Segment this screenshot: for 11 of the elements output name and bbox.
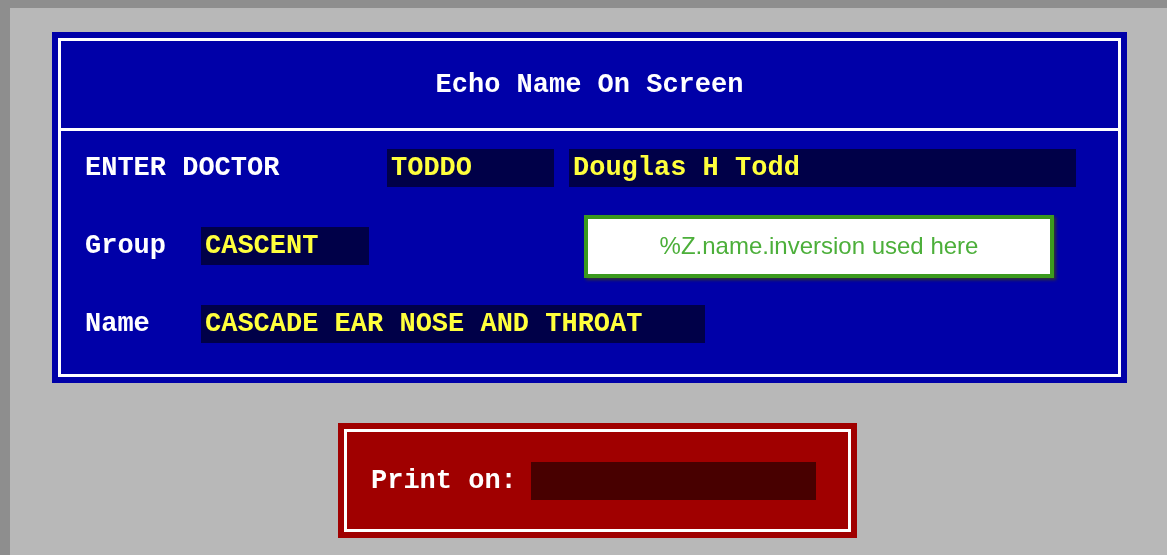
input-field[interactable]: TODDO <box>387 149 554 187</box>
window-title: Echo Name On Screen <box>435 69 744 100</box>
field-label: Name <box>85 309 151 339</box>
field-label: Group <box>85 231 167 261</box>
callout-note: %Z.name.inversion used here <box>584 214 1054 278</box>
input-field[interactable]: CASCADE EAR NOSE AND THROAT <box>201 305 705 343</box>
print-input-field[interactable] <box>530 461 816 500</box>
print-label: Print on: <box>371 465 517 496</box>
input-field[interactable]: Douglas H Todd <box>569 149 1076 187</box>
field-label: ENTER DOCTOR <box>85 153 281 183</box>
input-field[interactable]: CASCENT <box>201 227 369 265</box>
